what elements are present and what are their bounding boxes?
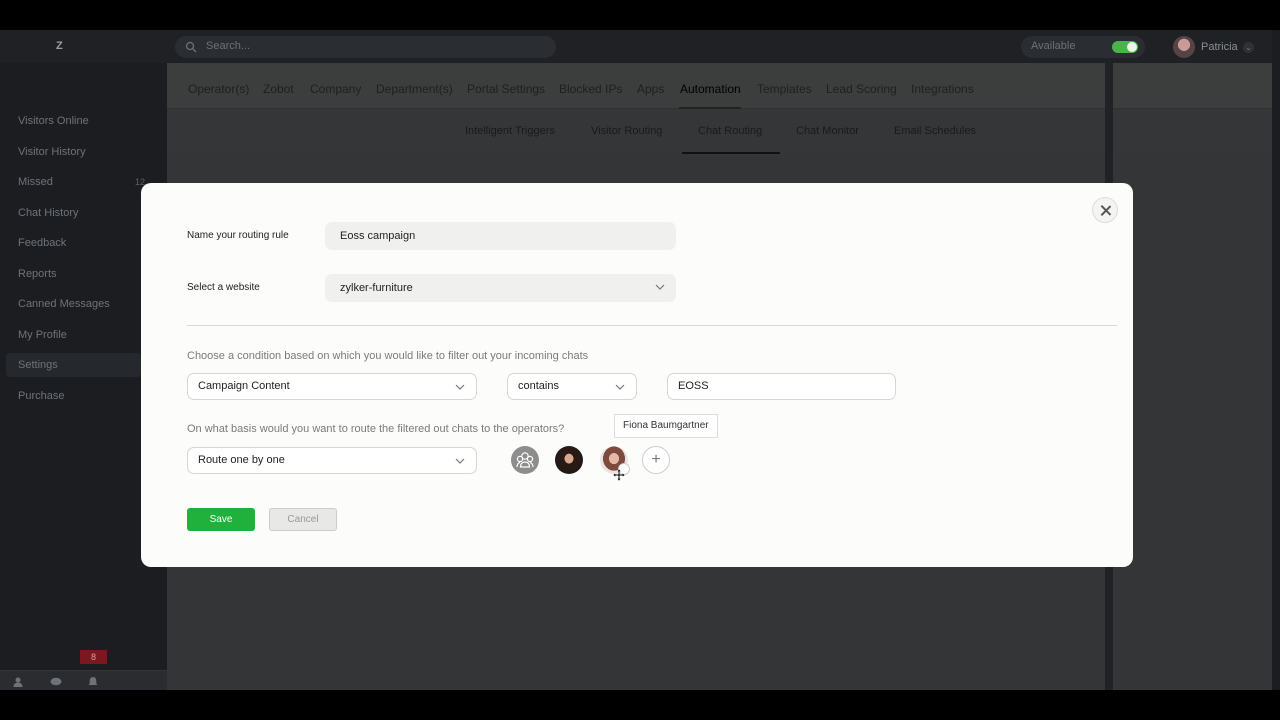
website-select-value: zylker-furniture [340,282,413,294]
bell-icon[interactable] [87,675,99,687]
sidebar-item-missed[interactable]: Missed 12 [6,170,145,194]
operator-avatar[interactable] [555,446,583,474]
move-cursor-icon [613,469,625,481]
active-subtab-indicator [682,152,780,154]
subtab-visitor-routing[interactable]: Visitor Routing [591,125,662,137]
sidebar-footer [0,670,167,690]
subtab-email-schedules[interactable]: Email Schedules [894,125,976,137]
app-window: Z Search... Available Patricia ⌄ Visitor… [0,30,1280,690]
search-icon [185,41,197,53]
sidebar-item-label: Missed [18,176,53,188]
person-icon[interactable] [12,675,24,687]
sidebar-item-label: Settings [18,359,58,371]
rule-name-input[interactable]: Eoss campaign [325,222,676,250]
sidebar-item-canned-messages[interactable]: Canned Messages [6,292,141,316]
user-avatar [1173,36,1195,58]
tab-lead-scoring[interactable]: Lead Scoring [826,82,897,96]
tab-departments[interactable]: Department(s) [376,82,453,96]
add-operator-button[interactable]: + [642,446,670,474]
search-bar[interactable]: Search... [175,36,556,58]
condition-value-input[interactable]: EOSS [667,373,896,400]
sidebar-item-label: Feedback [18,237,67,249]
tab-company[interactable]: Company [310,82,361,96]
tab-integrations[interactable]: Integrations [911,82,974,96]
chevron-down-icon [655,284,665,290]
save-button[interactable]: Save [187,508,255,531]
sidebar-item-label: Reports [18,268,57,280]
tab-zobot[interactable]: Zobot [263,82,294,96]
cancel-button[interactable]: Cancel [269,508,337,531]
subtab-chat-routing[interactable]: Chat Routing [698,125,762,137]
website-select[interactable]: zylker-furniture [325,274,676,302]
sidebar-item-visitors-online[interactable]: Visitors Online [6,109,141,133]
route-method-select[interactable]: Route one by one [187,447,477,474]
search-placeholder: Search... [206,40,251,52]
route-method-value: Route one by one [198,454,285,466]
user-name: Patricia [1201,41,1238,53]
tab-operators[interactable]: Operator(s) [188,82,249,96]
top-bar: Z Search... Available Patricia ⌄ [0,30,1272,63]
subtab-intelligent-triggers[interactable]: Intelligent Triggers [465,125,555,137]
sidebar-item-label: Visitor History [18,146,86,158]
routing-rule-dialog: Name your routing rule Eoss campaign Sel… [141,183,1133,567]
availability-status[interactable]: Available [1021,36,1145,58]
sidebar-item-settings[interactable]: Settings [6,353,141,377]
close-icon[interactable] [1092,197,1118,223]
group-icon[interactable] [511,446,539,474]
sidebar-item-purchase[interactable]: Purchase [6,384,141,408]
sidebar-item-feedback[interactable]: Feedback [6,231,141,255]
chevron-down-icon [455,384,465,390]
condition-operator-select[interactable]: contains [507,373,637,400]
subtab-chat-monitor[interactable]: Chat Monitor [796,125,859,137]
notification-badge[interactable]: 8 [80,650,107,664]
sidebar-item-label: Canned Messages [18,298,110,310]
chevron-down-icon: ⌄ [1243,42,1254,53]
tab-templates[interactable]: Templates [757,82,812,96]
condition-field-value: Campaign Content [198,380,290,392]
sidebar-item-chat-history[interactable]: Chat History [6,201,141,225]
condition-operator-value: contains [518,380,559,392]
route-question: On what basis would you want to route th… [187,423,565,435]
chevron-down-icon [455,458,465,464]
sidebar-item-label: My Profile [18,329,67,341]
app-logo[interactable]: Z [56,40,63,52]
sidebar-item-my-profile[interactable]: My Profile [6,323,141,347]
website-label: Select a website [187,282,260,293]
status-label: Available [1031,40,1076,52]
chat-bubbles-icon[interactable] [50,675,62,687]
section-divider [187,325,1117,326]
tab-blocked-ips[interactable]: Blocked IPs [559,82,622,96]
availability-toggle[interactable] [1112,41,1138,53]
tab-portal-settings[interactable]: Portal Settings [467,82,545,96]
tab-apps[interactable]: Apps [637,82,664,96]
sidebar-item-label: Chat History [18,207,79,219]
condition-question: Choose a condition based on which you wo… [187,350,589,362]
sidebar-item-label: Purchase [18,390,65,402]
rule-name-label: Name your routing rule [187,230,289,241]
operator-tooltip: Fiona Baumgartner [614,414,718,438]
sidebar-item-reports[interactable]: Reports [6,262,141,286]
condition-field-select[interactable]: Campaign Content [187,373,477,400]
tab-automation[interactable]: Automation [680,82,741,96]
sidebar-item-visitor-history[interactable]: Visitor History [6,140,141,164]
chevron-down-icon [615,384,625,390]
sidebar-item-label: Visitors Online [18,115,89,127]
